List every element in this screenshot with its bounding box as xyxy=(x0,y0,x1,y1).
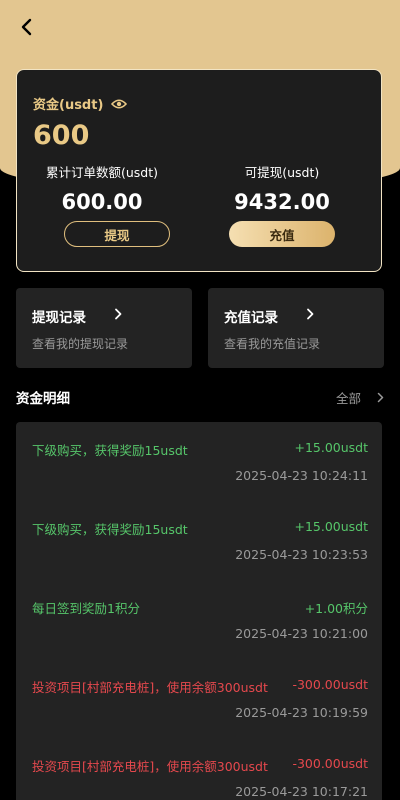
chevron-right-icon xyxy=(377,392,384,403)
withdrawable-stat: 可提现(usdt) 9432.00 xyxy=(197,162,367,214)
cumulative-stat: 累计订单数额(usdt) 600.00 xyxy=(17,162,187,214)
recharge-records-title: 充值记录 xyxy=(224,310,278,326)
transaction-list: 下级购买，获得奖励15usdt +15.00usdt 2025-04-23 10… xyxy=(16,422,382,800)
transaction-amount: +15.00usdt xyxy=(294,440,368,455)
transaction-amount: -300.00usdt xyxy=(292,677,368,692)
transaction-time: 2025-04-23 10:17:21 xyxy=(235,784,368,799)
transaction-time: 2025-04-23 10:24:11 xyxy=(235,468,368,483)
transaction-time: 2025-04-23 10:21:00 xyxy=(235,626,368,641)
transaction-amount: -300.00usdt xyxy=(292,756,368,771)
transaction-description: 下级购买，获得奖励15usdt xyxy=(32,522,188,537)
asset-value: 600 xyxy=(33,120,90,151)
transaction-amount: +15.00usdt xyxy=(294,519,368,534)
back-button[interactable] xyxy=(14,14,40,40)
chevron-left-icon xyxy=(21,18,32,36)
withdraw-records-subtitle: 查看我的提现记录 xyxy=(32,337,129,351)
list-item: 下级购买，获得奖励15usdt +15.00usdt 2025-04-23 10… xyxy=(16,501,382,580)
filter-dropdown[interactable]: 全部 xyxy=(336,388,384,407)
details-title: 资金明细 xyxy=(16,391,70,407)
withdraw-button[interactable]: 提现 xyxy=(64,221,170,247)
transaction-description: 下级购买，获得奖励15usdt xyxy=(32,443,188,458)
list-item: 投资项目[村部充电桩]，使用余额300usdt -300.00usdt 2025… xyxy=(16,659,382,738)
filter-label: 全部 xyxy=(335,391,361,406)
withdrawable-label: 可提现(usdt) xyxy=(244,165,320,180)
list-item: 投资项目[村部充电桩]，使用余额300usdt -300.00usdt 2025… xyxy=(16,738,382,800)
transaction-amount: +1.00积分 xyxy=(304,601,368,616)
transaction-description: 每日签到奖励1积分 xyxy=(32,601,140,616)
recharge-records-subtitle: 查看我的充值记录 xyxy=(224,337,321,351)
chevron-right-icon xyxy=(307,308,314,320)
list-item: 每日签到奖励1积分 +1.00积分 2025-04-23 10:21:00 xyxy=(16,580,382,659)
transaction-time: 2025-04-23 10:19:59 xyxy=(235,705,368,720)
recharge-records-card[interactable]: 充值记录 查看我的充值记录 xyxy=(208,288,384,368)
asset-label-row: 资金(usdt) xyxy=(33,94,128,113)
transaction-description: 投资项目[村部充电桩]，使用余额300usdt xyxy=(32,759,268,774)
asset-label: 资金(usdt) xyxy=(33,98,104,113)
transaction-time: 2025-04-23 10:23:53 xyxy=(235,547,368,562)
list-item: 下级购买，获得奖励15usdt +15.00usdt 2025-04-23 10… xyxy=(16,422,382,501)
balance-card: 资金(usdt) 600 累计订单数额(usdt) 600.00 可提现(usd… xyxy=(16,69,382,272)
withdraw-records-title: 提现记录 xyxy=(32,310,86,326)
chevron-right-icon xyxy=(115,308,122,320)
cumulative-value: 600.00 xyxy=(61,190,143,214)
recharge-button[interactable]: 充值 xyxy=(229,221,335,247)
withdraw-records-card[interactable]: 提现记录 查看我的提现记录 xyxy=(16,288,192,368)
withdrawable-value: 9432.00 xyxy=(234,190,330,214)
transaction-description: 投资项目[村部充电桩]，使用余额300usdt xyxy=(32,680,268,695)
eye-icon[interactable] xyxy=(111,98,128,110)
cumulative-label: 累计订单数额(usdt) xyxy=(45,165,159,180)
